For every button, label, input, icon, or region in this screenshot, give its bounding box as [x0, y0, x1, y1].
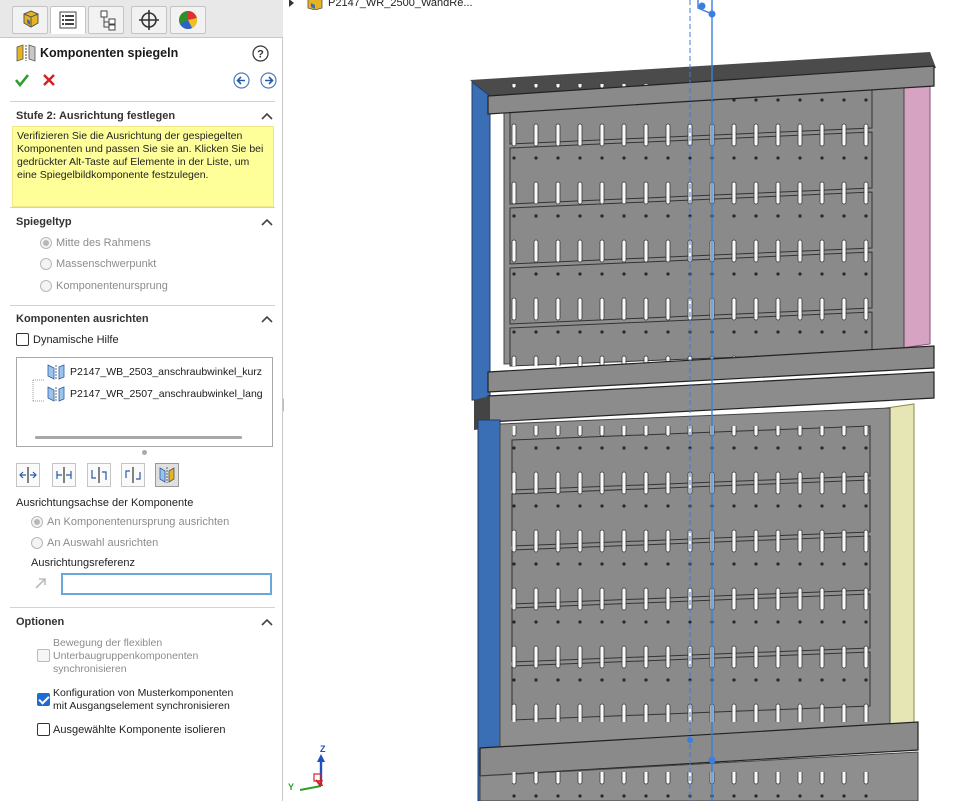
- rotate-icon: [125, 467, 141, 483]
- forward-arrow-icon[interactable]: [260, 72, 277, 89]
- tab-display-manager[interactable]: [170, 6, 206, 34]
- dynamic-help-checkbox[interactable]: [16, 333, 29, 346]
- radio-label: An Komponentenursprung ausrichten: [47, 516, 230, 528]
- mirror-z-icon: [91, 467, 107, 483]
- list-item[interactable]: P2147_WR_2507_anschraubwinkel_lang: [17, 382, 272, 406]
- mirror-y-icon: [56, 467, 72, 483]
- component-name: P2147_WR_2507_anschraubwinkel_lang: [70, 388, 263, 400]
- optionen-heading: Optionen: [16, 616, 65, 628]
- radio-label: An Auswahl ausrichten: [47, 537, 159, 549]
- mirror-y-button[interactable]: [52, 463, 76, 487]
- collapse-chevron-icon[interactable]: [261, 112, 273, 120]
- stage-heading: Stufe 2: Ausrichtung festlegen: [16, 110, 176, 122]
- dimxpert-icon: [139, 10, 159, 30]
- list-item[interactable]: P2147_WB_2503_anschraubwinkel_kurz: [17, 360, 272, 384]
- triad-z-label: Z: [320, 744, 326, 754]
- configuration-manager-icon: [100, 10, 116, 31]
- radio-label: Komponentenursprung: [56, 280, 168, 292]
- tab-feature-manager[interactable]: [12, 6, 48, 34]
- lower-panel-rows: [511, 425, 871, 722]
- upper-left-frame: [471, 80, 491, 401]
- close-icon[interactable]: [42, 73, 56, 87]
- collapse-chevron-icon[interactable]: [261, 218, 273, 226]
- tab-property-manager[interactable]: [50, 6, 86, 34]
- radio-auswahl-ausrichten[interactable]: [31, 537, 43, 549]
- spiegeltyp-heading: Spiegeltyp: [16, 216, 72, 228]
- triad-x-label: X: [318, 779, 324, 788]
- flex-sync-checkbox[interactable]: [37, 649, 50, 662]
- radio-label: Mitte des Rahmens: [56, 237, 151, 249]
- back-arrow-icon[interactable]: [233, 72, 250, 89]
- radio-massenschwerpunkt[interactable]: [40, 258, 52, 270]
- radio-komponentenursprung[interactable]: [40, 280, 52, 292]
- collapse-chevron-icon[interactable]: [261, 618, 273, 626]
- reference-input[interactable]: [61, 573, 272, 595]
- display-manager-icon: [179, 10, 198, 29]
- stage-hint: Verifizieren Sie die Ausrichtung der ges…: [12, 126, 274, 207]
- config-sync-checkbox[interactable]: [37, 693, 50, 706]
- mirrored-part-icon: [47, 386, 65, 402]
- splitter-handle[interactable]: [142, 450, 147, 455]
- mirrored-component-button[interactable]: [155, 463, 179, 487]
- radio-label: Massenschwerpunkt: [56, 258, 157, 270]
- model-view[interactable]: [284, 0, 964, 801]
- feature-manager-icon: [23, 10, 39, 28]
- reference-arrow-icon: [35, 578, 46, 589]
- graphics-viewport[interactable]: P2147_WR_2500_WandRe... Z Y X: [284, 0, 964, 801]
- isolate-label: Ausgewählte Komponente isolieren: [53, 724, 226, 736]
- flex-sync-label: Bewegung der flexiblen Unterbaugruppenko…: [53, 637, 199, 675]
- property-manager-icon: [59, 11, 77, 29]
- svg-text:?: ?: [257, 49, 264, 61]
- dynamic-help-label: Dynamische Hilfe: [33, 334, 119, 346]
- radio-mitte-des-rahmens[interactable]: [40, 237, 52, 249]
- mirrored-component-icon: [159, 467, 175, 483]
- checkmark-icon[interactable]: [14, 72, 30, 88]
- triad-y-label: Y: [288, 782, 295, 792]
- komponenten-ausrichten-heading: Komponenten ausrichten: [16, 313, 149, 325]
- tab-configuration-manager[interactable]: [88, 6, 124, 34]
- help-icon[interactable]: ?: [252, 45, 269, 62]
- upper-right-side: [901, 83, 931, 349]
- manager-tab-bar: [0, 0, 283, 38]
- component-list[interactable]: P2147_WB_2503_anschraubwinkel_kurz P2147…: [16, 357, 273, 447]
- mirror-x-icon: [19, 467, 37, 483]
- mirror-x-button[interactable]: [16, 463, 40, 487]
- horizontal-scrollbar[interactable]: [35, 436, 242, 439]
- radio-komponentenursprung-ausrichten[interactable]: [31, 516, 43, 528]
- page-title: Komponenten spiegeln: [40, 46, 179, 60]
- rotate-button[interactable]: [121, 463, 145, 487]
- config-sync-label: Konfiguration von Musterkomponenten mit …: [53, 687, 234, 712]
- axis-label: Ausrichtungsachse der Komponente: [16, 497, 194, 509]
- component-name: P2147_WB_2503_anschraubwinkel_kurz: [70, 366, 263, 378]
- collapse-chevron-icon[interactable]: [261, 315, 273, 323]
- reference-label: Ausrichtungsreferenz: [31, 557, 135, 569]
- tab-dimxpert[interactable]: [131, 6, 167, 34]
- upper-panel-rows: [509, 83, 873, 367]
- mirror-components-icon: [16, 44, 36, 62]
- mirror-z-button[interactable]: [87, 463, 111, 487]
- property-manager-panel: Komponenten spiegeln ? Stufe 2: Ausricht…: [0, 0, 289, 801]
- mirrored-part-icon: [47, 364, 65, 380]
- isolate-checkbox[interactable]: [37, 723, 50, 736]
- lower-left-frame: [477, 419, 501, 801]
